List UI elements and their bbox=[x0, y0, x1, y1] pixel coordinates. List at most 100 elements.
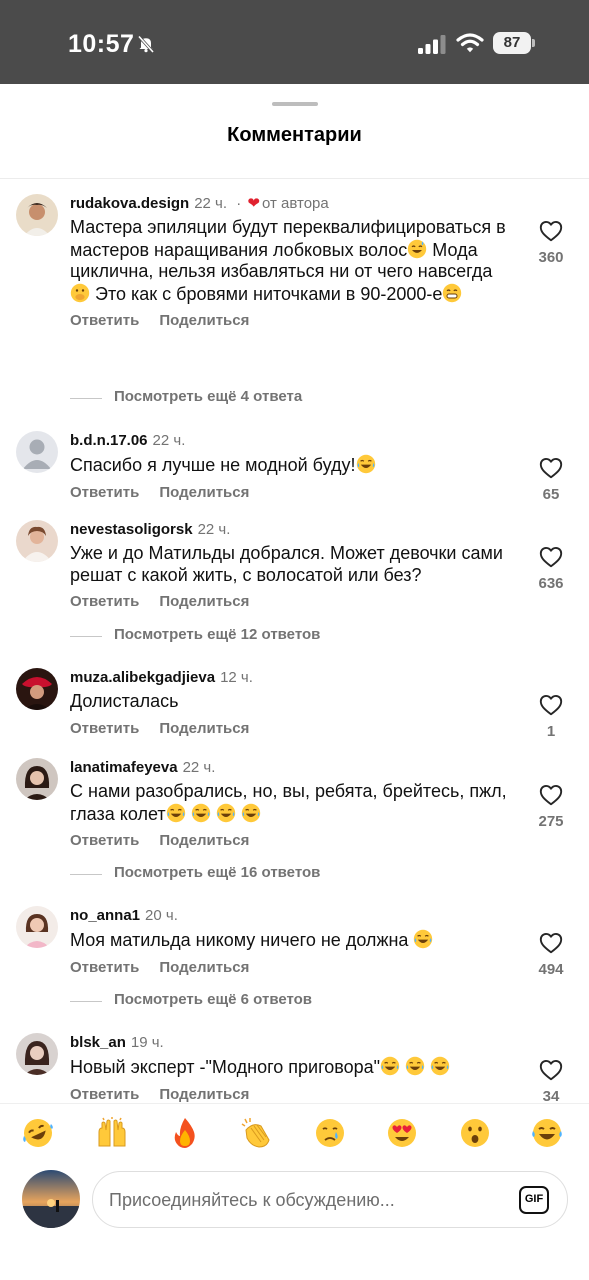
tears-of-joy-emoji bbox=[405, 1056, 425, 1076]
like-count: 34 bbox=[542, 1088, 560, 1103]
comment-username[interactable]: lanatimafeyeva bbox=[70, 759, 178, 776]
comment-username[interactable]: rudakova.design bbox=[70, 195, 189, 212]
reply-button[interactable]: Ответить bbox=[70, 592, 139, 612]
like-count: 65 bbox=[542, 486, 560, 503]
sheet-title: Комментарии bbox=[227, 124, 362, 146]
view-more-replies[interactable]: Посмотреть ещё 6 ответов bbox=[70, 991, 490, 1011]
heart-outline-icon[interactable] bbox=[539, 694, 563, 716]
comment-header: lanatimafeyeva 22 ч. bbox=[70, 758, 510, 778]
heart-outline-icon[interactable] bbox=[539, 457, 563, 479]
author-heart-icon: ❤ bbox=[247, 195, 260, 212]
header-separator: · bbox=[236, 195, 242, 212]
default-avatar-icon bbox=[16, 431, 58, 473]
heart-outline-icon[interactable] bbox=[539, 784, 563, 806]
comment-time: 19 ч. bbox=[130, 1034, 164, 1051]
comment-username[interactable]: blsk_an bbox=[70, 1034, 126, 1051]
comment-actions: Ответить Поделиться bbox=[70, 592, 510, 612]
comment-text-part: С нами разобрались, но, вы, ребята, брей… bbox=[70, 781, 507, 824]
gif-button[interactable]: GIF bbox=[519, 1186, 549, 1214]
avatar[interactable] bbox=[16, 758, 58, 800]
comment-time: 20 ч. bbox=[145, 907, 178, 924]
reply-button[interactable]: Ответить bbox=[70, 311, 139, 331]
share-button[interactable]: Поделиться bbox=[159, 831, 249, 851]
heart-outline-icon[interactable] bbox=[539, 546, 563, 568]
comment-header: b.d.n.17.06 22 ч. bbox=[70, 431, 510, 451]
raising-hands-emoji[interactable] bbox=[95, 1116, 131, 1152]
like-control: 360 bbox=[529, 220, 573, 266]
like-count: 275 bbox=[538, 813, 564, 830]
rofl-emoji[interactable] bbox=[21, 1116, 57, 1152]
comment-body: rudakova.design 22 ч. · ❤ от автора Мастер… bbox=[70, 194, 510, 331]
comment-composer: Присоединяйтесь к обсуждению... GIF bbox=[0, 1163, 589, 1280]
heart-outline-icon[interactable] bbox=[539, 1059, 563, 1081]
comment-time: 22 ч. bbox=[152, 432, 186, 449]
sheet-grabber[interactable] bbox=[272, 102, 318, 106]
share-button[interactable]: Поделиться bbox=[159, 719, 249, 739]
avatar[interactable] bbox=[16, 194, 58, 236]
reply-button[interactable]: Ответить bbox=[70, 719, 139, 739]
comment-actions: Ответить Поделиться bbox=[70, 311, 510, 331]
fire-emoji[interactable] bbox=[168, 1116, 204, 1152]
comment-actions: Ответить Поделиться bbox=[70, 719, 510, 739]
comment-username[interactable]: nevestasoligorsk bbox=[70, 521, 193, 538]
comment-input-placeholder: Присоединяйтесь к обсуждению... bbox=[109, 1190, 395, 1210]
comment-actions: Ответить Поделиться bbox=[70, 831, 510, 851]
wifi-icon bbox=[456, 33, 484, 53]
avatar[interactable] bbox=[16, 431, 58, 473]
comment-text: Новый эксперт -"Модного приговора" bbox=[70, 1056, 510, 1079]
like-count: 1 bbox=[546, 723, 556, 740]
battery-level: 87 bbox=[503, 34, 521, 51]
view-more-replies-label: Посмотреть ещё 6 ответов bbox=[114, 991, 313, 1008]
like-count: 360 bbox=[538, 249, 564, 266]
tears-of-joy-emoji bbox=[430, 1056, 450, 1076]
share-button[interactable]: Поделиться bbox=[159, 311, 249, 331]
view-more-replies-label: Посмотреть ещё 12 ответов bbox=[114, 626, 321, 643]
comment-text: Мастера эпиляции будут переквалифицирова… bbox=[70, 217, 510, 305]
like-count: 494 bbox=[538, 961, 564, 978]
comment-header: no_anna1 20 ч. bbox=[70, 906, 510, 926]
reply-button[interactable]: Ответить bbox=[70, 483, 139, 503]
comment-username[interactable]: no_anna1 bbox=[70, 907, 140, 924]
avatar[interactable] bbox=[16, 520, 58, 562]
comment-text: Моя матильда никому ничего не должна bbox=[70, 929, 510, 952]
current-user-avatar[interactable] bbox=[22, 1170, 80, 1228]
comment-body: nevestasoligorsk 22 ч. Уже и до Матильды … bbox=[70, 520, 510, 612]
avatar[interactable] bbox=[16, 1033, 58, 1075]
comment-body: no_anna1 20 ч. Моя матильда никому ничего… bbox=[70, 906, 510, 978]
clapping-hands-emoji[interactable] bbox=[239, 1116, 275, 1152]
comment-list[interactable]: rudakova.design 22 ч. · ❤ от автора Мастер… bbox=[0, 180, 589, 1103]
emoji-reaction-bar bbox=[0, 1103, 589, 1163]
battery-tip bbox=[532, 39, 535, 47]
view-more-replies[interactable]: Посмотреть ещё 12 ответов bbox=[70, 626, 490, 646]
share-button[interactable]: Поделиться bbox=[159, 592, 249, 612]
cell-signal-icon bbox=[418, 35, 446, 54]
author-liked-label: от автора bbox=[261, 195, 329, 212]
surprised-face-emoji[interactable] bbox=[458, 1116, 494, 1152]
avatar[interactable] bbox=[16, 668, 58, 710]
comment-input[interactable]: Присоединяйтесь к обсуждению... GIF bbox=[92, 1171, 568, 1228]
avatar[interactable] bbox=[16, 906, 58, 948]
tears-of-joy-emoji bbox=[380, 1056, 400, 1076]
comment-username[interactable]: b.d.n.17.06 bbox=[70, 432, 148, 449]
comment-text-part: Это как с бровями ниточками в 90-2000-е bbox=[90, 283, 443, 304]
comment-header: blsk_an 19 ч. bbox=[70, 1033, 510, 1053]
tears-of-joy-emoji bbox=[166, 803, 186, 823]
view-more-replies[interactable]: Посмотреть ещё 4 ответа bbox=[70, 388, 490, 408]
view-more-replies[interactable]: Посмотреть ещё 16 ответов bbox=[70, 864, 490, 884]
crying-face-emoji[interactable] bbox=[313, 1116, 349, 1152]
comment-username[interactable]: muza.alibekgadjieva bbox=[70, 669, 215, 686]
share-button[interactable]: Поделиться bbox=[159, 1085, 249, 1104]
heart-eyes-emoji[interactable] bbox=[385, 1116, 421, 1152]
tears-of-joy-emoji[interactable] bbox=[530, 1116, 566, 1152]
bell-muted-icon bbox=[137, 35, 155, 54]
reply-button[interactable]: Ответить bbox=[70, 831, 139, 851]
comment-text-part: Новый эксперт -"Модного приговора" bbox=[70, 1057, 381, 1077]
reply-button[interactable]: Ответить bbox=[70, 1085, 139, 1104]
share-button[interactable]: Поделиться bbox=[159, 958, 249, 978]
comment-body: b.d.n.17.06 22 ч. Спасибо я лучше не модн… bbox=[70, 431, 510, 503]
heart-outline-icon[interactable] bbox=[539, 220, 563, 242]
title-divider bbox=[0, 178, 589, 179]
reply-button[interactable]: Ответить bbox=[70, 958, 139, 978]
heart-outline-icon[interactable] bbox=[539, 932, 563, 954]
share-button[interactable]: Поделиться bbox=[159, 483, 249, 503]
